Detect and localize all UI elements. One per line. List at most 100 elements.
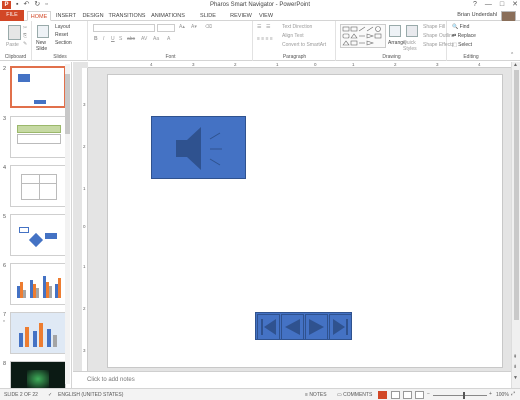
previous-slide-icon[interactable]: ⇞: [513, 354, 517, 360]
slide-thumbnail-4[interactable]: [10, 165, 66, 207]
zoom-in-button[interactable]: +: [489, 391, 492, 397]
scroll-up-icon[interactable]: ▲: [513, 62, 518, 68]
cut-icon[interactable]: ✂: [23, 25, 27, 31]
notes-button[interactable]: ≡ NOTES: [305, 392, 327, 398]
title-bar: P ▪ ↶ ↻ ▫ Pharos Smart Navigator - Power…: [0, 0, 520, 10]
arrange-icon[interactable]: [389, 25, 401, 37]
bullets-icon[interactable]: ☰: [257, 24, 261, 30]
italic-icon[interactable]: I: [103, 36, 104, 42]
notes-placeholder: Click to add notes: [87, 377, 135, 383]
vertical-scrollbar[interactable]: ▲ ⇞ ⇟ ▼: [511, 62, 520, 388]
zoom-slider-thumb[interactable]: [463, 392, 465, 399]
slide-thumbnail-6[interactable]: [10, 263, 66, 305]
align-icons[interactable]: ≡ ≡ ≡ ≡: [257, 36, 273, 42]
zoom-slider[interactable]: [433, 395, 487, 396]
shape-fill-button[interactable]: Shape Fill: [423, 24, 445, 30]
section-button[interactable]: Section: [55, 40, 72, 46]
comments-button[interactable]: ▭ COMMENTS: [337, 392, 372, 398]
paste-button[interactable]: Paste: [6, 42, 19, 48]
tab-home[interactable]: HOME: [27, 11, 51, 21]
ruler-label: 2: [83, 306, 86, 311]
thumbnails-scrollbar[interactable]: [65, 64, 70, 384]
slide-thumbnail-8[interactable]: [10, 361, 66, 388]
next-slide-button[interactable]: [305, 314, 328, 340]
language-indicator[interactable]: ENGLISH (UNITED STATES): [58, 392, 123, 398]
tab-insert[interactable]: INSERT: [55, 11, 77, 21]
quick-styles-icon[interactable]: [406, 25, 418, 37]
thumb-bar-chart: [17, 276, 61, 298]
replace-button[interactable]: ⇄ Replace: [452, 33, 476, 39]
scroll-down-icon[interactable]: ▼: [513, 375, 518, 381]
shadow-icon[interactable]: S: [119, 36, 122, 42]
clear-formatting-icon[interactable]: ⌫: [205, 24, 212, 30]
slide-thumbnail-5[interactable]: [10, 214, 66, 256]
copy-icon[interactable]: ⎘: [23, 33, 27, 39]
shrink-font-icon[interactable]: A▾: [191, 24, 197, 30]
normal-view-button[interactable]: [378, 391, 387, 399]
change-case-icon[interactable]: Aa: [153, 36, 159, 42]
slide-sorter-button[interactable]: [391, 391, 400, 399]
ribbon-tabs: FILE HOME INSERT DESIGN TRANSITIONS ANIM…: [0, 10, 520, 29]
find-button[interactable]: 🔍 Find: [452, 24, 469, 30]
next-slide-icon[interactable]: ⇟: [513, 364, 517, 370]
fit-slide-icon[interactable]: ⤢: [511, 391, 515, 397]
strikethrough-icon[interactable]: abc: [127, 36, 135, 42]
reset-button[interactable]: Reset: [55, 32, 68, 38]
numbering-icon[interactable]: ☰: [266, 24, 270, 30]
slide-thumbnail-2[interactable]: [10, 66, 66, 108]
notes-pane[interactable]: Click to add notes: [73, 371, 511, 388]
bold-icon[interactable]: B: [94, 36, 98, 42]
paste-icon[interactable]: [8, 25, 21, 40]
tab-view[interactable]: VIEW: [256, 11, 276, 21]
user-name[interactable]: Brian Underdahl: [457, 12, 497, 18]
font-name-dropdown[interactable]: [93, 24, 155, 32]
layout-button[interactable]: Layout: [55, 24, 70, 30]
format-painter-icon[interactable]: ✎: [23, 41, 27, 47]
sound-icon-shape[interactable]: [151, 116, 246, 179]
character-spacing-icon[interactable]: AV: [141, 36, 147, 42]
zoom-level[interactable]: 100%: [496, 392, 509, 398]
tab-review[interactable]: REVIEW: [229, 11, 253, 21]
new-slide-button[interactable]: New Slide: [36, 40, 54, 52]
zoom-out-button[interactable]: −: [427, 391, 430, 397]
font-group: A▴ A▾ ⌫ B I U S abc AV Aa A Font: [89, 21, 253, 61]
ribbon: Paste ✂ ⎘ ✎ Clipboard New Slide Layout R…: [0, 21, 520, 61]
thumbnails-scroll-thumb[interactable]: [65, 74, 70, 134]
close-button[interactable]: ✕: [512, 0, 518, 9]
slide-thumbnail-3[interactable]: [10, 116, 66, 158]
slide-show-button[interactable]: [415, 391, 424, 399]
scroll-thumb[interactable]: [514, 70, 519, 320]
quick-styles-button[interactable]: Quick Styles: [403, 40, 419, 52]
font-color-icon[interactable]: A: [167, 36, 170, 42]
help-button[interactable]: ?: [473, 0, 477, 9]
tab-file[interactable]: FILE: [0, 10, 24, 21]
underline-icon[interactable]: U: [111, 36, 115, 42]
maximize-button[interactable]: □: [500, 0, 504, 9]
status-bar: SLIDE 2 OF 22 ✓ ENGLISH (UNITED STATES) …: [0, 388, 520, 400]
notes-label: NOTES: [309, 392, 327, 398]
shapes-gallery[interactable]: [340, 24, 386, 48]
first-slide-button[interactable]: [257, 314, 280, 340]
tab-design[interactable]: DESIGN: [81, 11, 105, 21]
slide-thumbnail-7[interactable]: [10, 312, 66, 354]
tab-slide-show[interactable]: SLIDE SHOW: [191, 11, 225, 29]
replace-label: Replace: [457, 33, 476, 39]
grow-font-icon[interactable]: A▴: [179, 24, 185, 30]
ruler-label: 3: [83, 348, 86, 353]
select-label: Select: [458, 42, 473, 48]
convert-smartart-button[interactable]: Convert to SmartArt: [282, 42, 326, 48]
font-size-dropdown[interactable]: [157, 24, 175, 32]
spelling-icon[interactable]: ✓: [48, 392, 52, 398]
collapse-ribbon-icon[interactable]: ⌃: [510, 52, 514, 58]
text-direction-button[interactable]: Text Direction: [282, 24, 312, 30]
align-text-button[interactable]: Align Text: [282, 33, 304, 39]
tab-transitions[interactable]: TRANSITIONS: [108, 11, 146, 21]
select-button[interactable]: ⬚ Select: [452, 42, 472, 48]
animation-marker: *: [3, 320, 5, 326]
minimize-button[interactable]: —: [485, 0, 492, 9]
new-slide-icon[interactable]: [37, 25, 49, 38]
last-slide-button[interactable]: [329, 314, 352, 340]
reading-view-button[interactable]: [403, 391, 412, 399]
tab-animations[interactable]: ANIMATIONS: [149, 11, 187, 21]
previous-slide-button[interactable]: [281, 314, 304, 340]
